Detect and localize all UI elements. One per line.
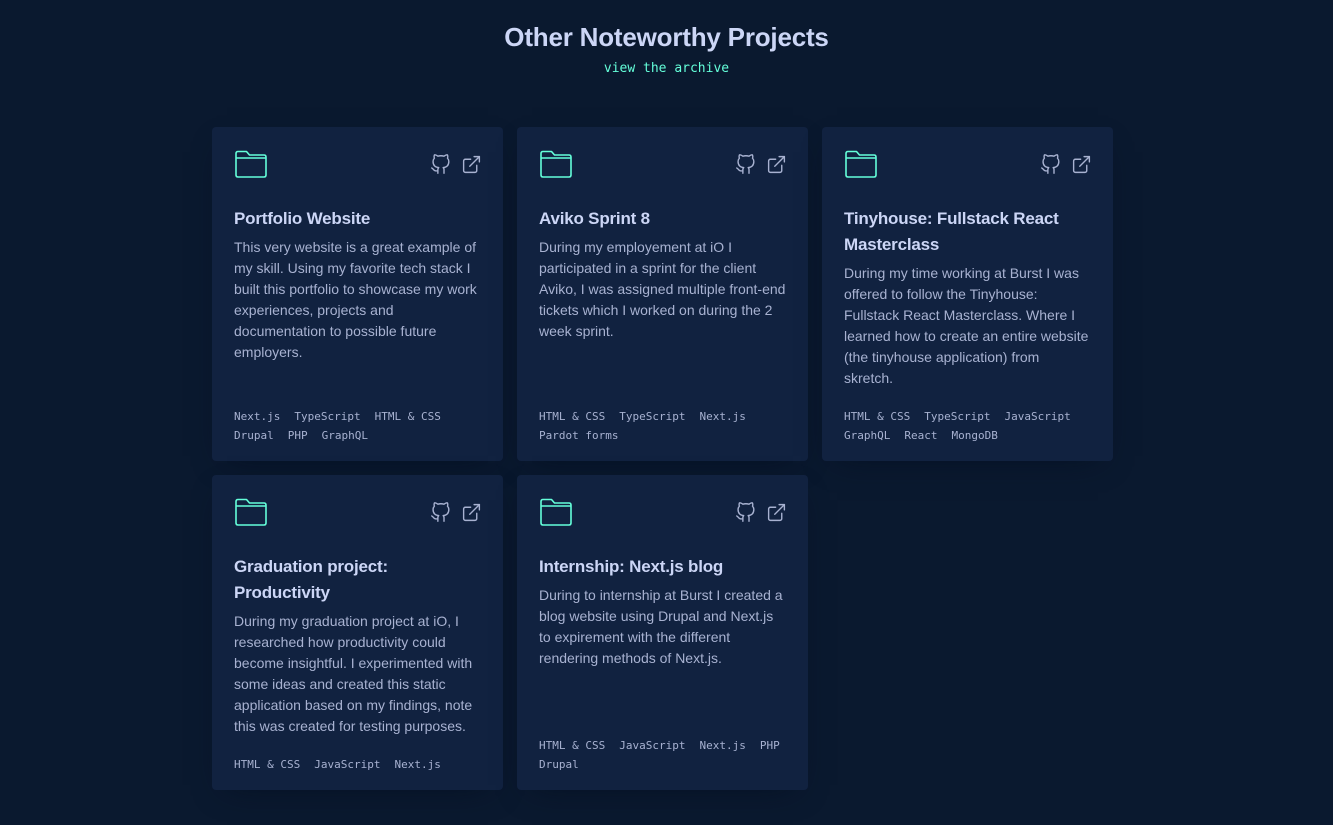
- project-description: This very website is a great example of …: [234, 239, 477, 360]
- card-header: [234, 149, 481, 179]
- tech-tag: HTML & CSS: [374, 410, 441, 423]
- tech-tag: HTML & CSS: [844, 410, 911, 423]
- project-title[interactable]: Internship: Next.js blog: [539, 554, 786, 580]
- external-link-icon[interactable]: [461, 154, 482, 175]
- tech-tag: JavaScript: [619, 739, 686, 752]
- tech-tag: HTML & CSS: [234, 758, 301, 771]
- project-title[interactable]: Portfolio Website: [234, 206, 481, 232]
- github-icon[interactable]: [735, 153, 756, 175]
- tech-tag: JavaScript: [1004, 410, 1071, 423]
- folder-icon: [539, 497, 573, 527]
- projects-grid: Portfolio Website This very website is a…: [212, 127, 1113, 790]
- tech-tag: TypeScript: [619, 410, 686, 423]
- project-title[interactable]: Tinyhouse: Fullstack React Masterclass: [844, 206, 1091, 258]
- tech-list: Next.js TypeScript HTML & CSS Drupal PHP…: [234, 409, 481, 443]
- tech-tag: PHP: [759, 739, 780, 752]
- tech-tag: GraphQL: [844, 429, 891, 442]
- card-links: [430, 501, 482, 523]
- project-card[interactable]: Aviko Sprint 8 During my employement at …: [517, 127, 808, 461]
- card-links: [735, 501, 787, 523]
- tech-tag: MongoDB: [951, 429, 998, 442]
- tech-tag: Next.js: [394, 758, 441, 771]
- project-description: During my graduation project at iO, I re…: [234, 613, 473, 734]
- tech-tag: JavaScript: [314, 758, 381, 771]
- tech-tag: Next.js: [234, 410, 281, 423]
- github-icon[interactable]: [430, 153, 451, 175]
- tech-list: HTML & CSS TypeScript JavaScript GraphQL…: [844, 409, 1091, 443]
- project-card[interactable]: Graduation project: Productivity During …: [212, 475, 503, 790]
- tech-list: HTML & CSS JavaScript Next.js PHP Drupal: [539, 738, 786, 772]
- tech-tag: HTML & CSS: [539, 410, 606, 423]
- external-link-icon[interactable]: [766, 154, 787, 175]
- tech-tag: PHP: [287, 429, 308, 442]
- tech-tag: Next.js: [699, 410, 746, 423]
- tech-tag: React: [904, 429, 938, 442]
- tech-tag: HTML & CSS: [539, 739, 606, 752]
- project-card[interactable]: Internship: Next.js blog During to inter…: [517, 475, 808, 790]
- tech-list: HTML & CSS JavaScript Next.js: [234, 757, 481, 772]
- project-title[interactable]: Graduation project: Productivity: [234, 554, 481, 606]
- card-header: [844, 149, 1091, 179]
- project-card[interactable]: Portfolio Website This very website is a…: [212, 127, 503, 461]
- tech-tag: Next.js: [699, 739, 746, 752]
- card-header: [539, 497, 786, 527]
- folder-icon: [539, 149, 573, 179]
- archive-link[interactable]: view the archive: [0, 61, 1333, 76]
- external-link-icon[interactable]: [1071, 154, 1092, 175]
- section-title: Other Noteworthy Projects: [504, 22, 829, 52]
- external-link-icon[interactable]: [461, 502, 482, 523]
- folder-icon: [234, 497, 268, 527]
- folder-icon: [234, 149, 268, 179]
- tech-list: HTML & CSS TypeScript Next.js Pardot for…: [539, 409, 786, 443]
- card-links: [1040, 153, 1092, 175]
- card-links: [430, 153, 482, 175]
- project-description: During my time working at Burst I was of…: [844, 265, 1089, 386]
- project-card[interactable]: Tinyhouse: Fullstack React Masterclass D…: [822, 127, 1113, 461]
- tech-tag: GraphQL: [321, 429, 368, 442]
- tech-tag: TypeScript: [924, 410, 991, 423]
- folder-icon: [844, 149, 878, 179]
- tech-tag: Pardot forms: [539, 429, 619, 442]
- card-links: [735, 153, 787, 175]
- tech-tag: Drupal: [539, 758, 579, 771]
- card-header: [539, 149, 786, 179]
- github-icon[interactable]: [430, 501, 451, 523]
- external-link-icon[interactable]: [766, 502, 787, 523]
- project-title[interactable]: Aviko Sprint 8: [539, 206, 786, 232]
- github-icon[interactable]: [735, 501, 756, 523]
- card-header: [234, 497, 481, 527]
- github-icon[interactable]: [1040, 153, 1061, 175]
- tech-tag: TypeScript: [294, 410, 361, 423]
- project-description: During my employement at iO I participat…: [539, 239, 786, 339]
- project-description: During to internship at Burst I created …: [539, 587, 783, 666]
- tech-tag: Drupal: [234, 429, 274, 442]
